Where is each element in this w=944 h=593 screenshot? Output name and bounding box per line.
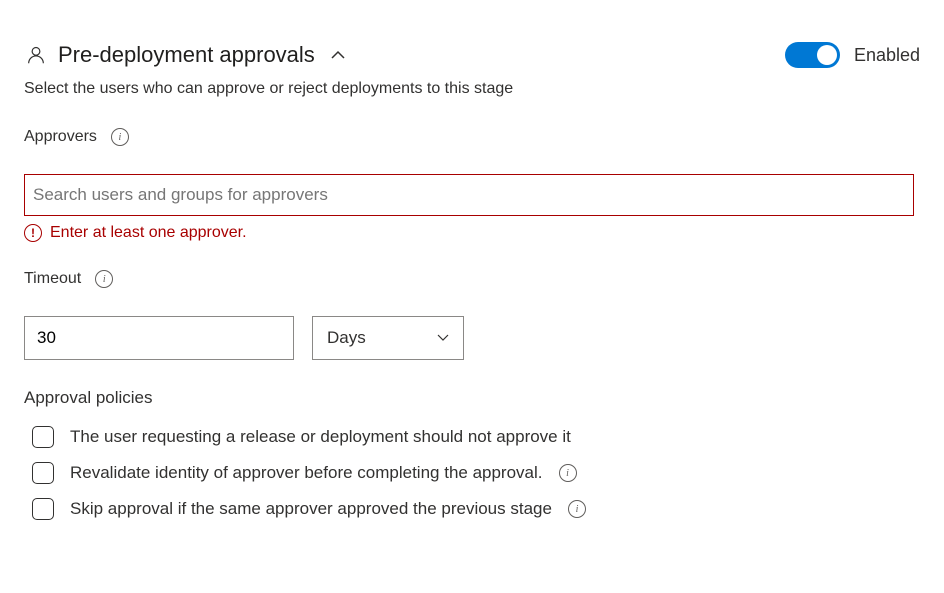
header-left: Pre-deployment approvals: [24, 42, 345, 68]
policy-text: Revalidate identity of approver before c…: [70, 463, 543, 483]
timeout-label: Timeout: [24, 270, 81, 288]
info-icon[interactable]: i: [95, 270, 113, 288]
info-icon[interactable]: i: [559, 464, 577, 482]
info-icon[interactable]: i: [111, 128, 129, 146]
timeout-unit-select[interactable]: Days: [312, 316, 464, 360]
policy-checkbox-revalidate[interactable]: [32, 462, 54, 484]
chevron-up-icon[interactable]: [331, 48, 345, 62]
approvers-label-row: Approvers i: [24, 128, 920, 146]
approvers-error-row: ! Enter at least one approver.: [24, 224, 920, 242]
toggle-knob: [817, 45, 837, 65]
policy-checkbox-skip[interactable]: [32, 498, 54, 520]
info-icon[interactable]: i: [568, 500, 586, 518]
error-icon: !: [24, 224, 42, 242]
approvers-search-input[interactable]: [24, 174, 914, 216]
policy-row-revalidate: Revalidate identity of approver before c…: [24, 462, 920, 484]
timeout-inputs: Days: [24, 316, 920, 360]
enabled-toggle[interactable]: [785, 42, 840, 68]
approvers-label: Approvers: [24, 128, 97, 146]
enabled-toggle-group: Enabled: [785, 42, 920, 68]
policy-row-skip: Skip approval if the same approver appro…: [24, 498, 920, 520]
policy-text: Skip approval if the same approver appro…: [70, 499, 552, 519]
chevron-down-icon: [437, 332, 449, 344]
toggle-label: Enabled: [854, 45, 920, 66]
policy-checkbox-requester[interactable]: [32, 426, 54, 448]
policy-row-requester: The user requesting a release or deploym…: [24, 426, 920, 448]
section-subtitle: Select the users who can approve or reje…: [24, 80, 920, 98]
timeout-label-row: Timeout i: [24, 270, 920, 288]
policy-text: The user requesting a release or deploym…: [70, 427, 571, 447]
policies-title: Approval policies: [24, 388, 920, 408]
timeout-unit-value: Days: [327, 328, 366, 348]
section-title: Pre-deployment approvals: [58, 42, 315, 68]
timeout-value-input[interactable]: [24, 316, 294, 360]
section-header: Pre-deployment approvals Enabled: [24, 42, 920, 68]
person-icon: [24, 43, 48, 67]
approvers-error-text: Enter at least one approver.: [50, 224, 247, 242]
